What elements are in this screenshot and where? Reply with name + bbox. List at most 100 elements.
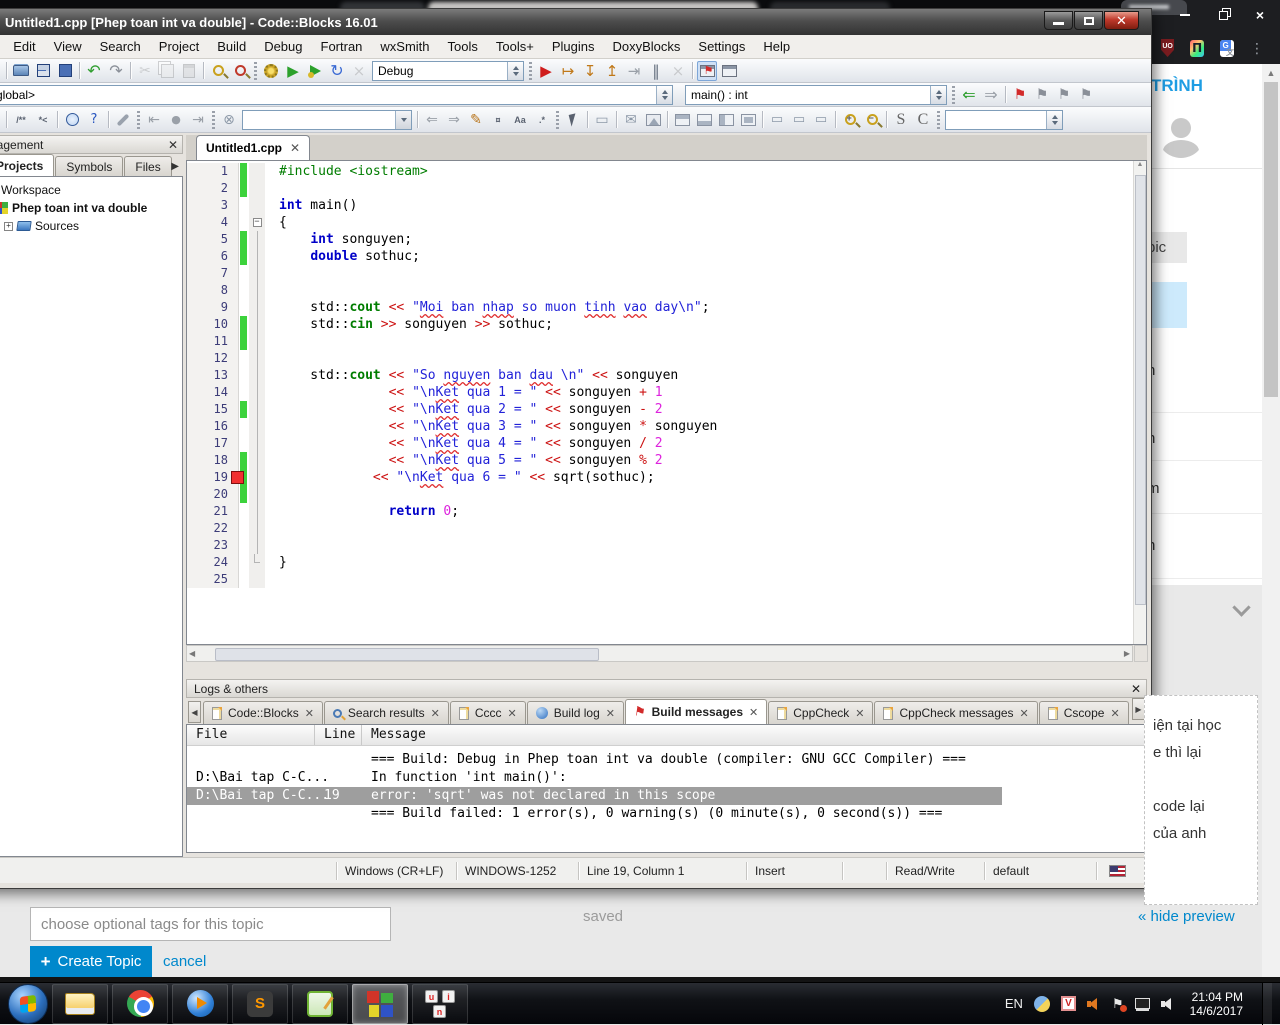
fold-margin[interactable] xyxy=(249,350,265,367)
build-message-row[interactable]: D:\Bai tap C-C...19error: 'sqrt' was not… xyxy=(187,787,1002,805)
close-button[interactable]: ✕ xyxy=(1104,11,1139,30)
line-number[interactable]: 16 xyxy=(187,418,239,435)
pointer-icon[interactable] xyxy=(563,110,583,130)
line-number[interactable]: 10 xyxy=(187,316,239,333)
management-close-icon[interactable]: ✕ xyxy=(168,138,178,152)
avatar[interactable] xyxy=(1157,110,1205,158)
selection-tool-icon[interactable]: ¤ xyxy=(488,110,508,130)
menu-item-view[interactable]: View xyxy=(45,35,91,58)
line-number[interactable]: 5 xyxy=(187,231,239,248)
expand-v-icon[interactable]: ▭ xyxy=(789,110,809,130)
highlight-icon[interactable]: ✎ xyxy=(466,110,486,130)
build-message-row[interactable]: === Build: Debug in Phep toan int va dou… xyxy=(187,751,1146,769)
spinner-icon[interactable] xyxy=(656,86,672,104)
tab-close-icon[interactable]: ✕ xyxy=(606,707,615,720)
start-button[interactable] xyxy=(8,984,48,1024)
tray-action-center-icon[interactable]: ⚑ xyxy=(1112,996,1124,1012)
settings-wrench-icon[interactable] xyxy=(113,110,133,130)
tab-files[interactable]: Files xyxy=(124,156,171,176)
scrollbar-thumb[interactable] xyxy=(1264,82,1278,397)
regex-icon[interactable]: .* xyxy=(532,110,552,130)
hscrollbar-thumb[interactable] xyxy=(215,648,599,661)
line-number[interactable]: 18 xyxy=(187,452,239,469)
tab-close-icon[interactable]: ✕ xyxy=(1020,707,1029,720)
menu-item-settings[interactable]: Settings xyxy=(689,35,754,58)
goto-forward-icon[interactable]: ⇒ xyxy=(981,85,1001,105)
fold-margin[interactable] xyxy=(249,503,265,520)
tray-language[interactable]: EN xyxy=(1005,996,1023,1011)
various-windows-icon[interactable] xyxy=(719,61,739,81)
line-number[interactable]: 13 xyxy=(187,367,239,384)
next-call-icon[interactable]: ⇥ xyxy=(188,110,208,130)
taskbar-unikey-icon[interactable]: uin xyxy=(412,984,468,1024)
widget-frame-icon[interactable]: ▭ xyxy=(592,110,612,130)
fold-margin[interactable] xyxy=(249,537,265,554)
browser-menu-icon[interactable]: ⋮ xyxy=(1250,40,1264,57)
doxy-smiley-icon[interactable] xyxy=(62,110,82,130)
run-to-cursor-icon[interactable] xyxy=(0,110,2,130)
clear-bookmarks-icon[interactable]: ⚑ xyxy=(1076,85,1096,105)
fold-margin[interactable] xyxy=(249,435,265,452)
run-icon[interactable]: ▶ xyxy=(283,61,303,81)
tree-item-sources[interactable]: + Sources xyxy=(0,217,182,235)
menu-item-tools[interactable]: Tools xyxy=(439,35,487,58)
logs-close-icon[interactable]: ✕ xyxy=(1131,682,1141,696)
tree-item-project[interactable]: Phep toan int va double xyxy=(0,199,182,217)
paste-icon[interactable] xyxy=(179,61,199,81)
fold-margin[interactable] xyxy=(249,282,265,299)
build-target-select[interactable]: Debug xyxy=(372,61,524,81)
column-header-file[interactable]: File xyxy=(187,725,315,745)
fold-margin[interactable] xyxy=(249,452,265,469)
fold-margin[interactable] xyxy=(249,554,265,571)
tab-close-icon[interactable]: ✕ xyxy=(855,707,864,720)
stop-debug-icon[interactable]: × xyxy=(668,61,688,81)
browser-close-button[interactable]: × xyxy=(1246,4,1274,26)
editor-vscrollbar[interactable]: ▲ xyxy=(1133,161,1146,644)
tray-volume-icon[interactable] xyxy=(1161,997,1175,1011)
tray-network-icon[interactable] xyxy=(1135,998,1150,1009)
fold-margin[interactable] xyxy=(249,418,265,435)
build-message-row[interactable]: D:\Bai tap C-C...In function 'int main()… xyxy=(187,769,1146,787)
step-next-icon[interactable]: ↦ xyxy=(558,61,578,81)
tab-close-icon[interactable]: ✕ xyxy=(508,707,517,720)
editor-tab-untitled1[interactable]: Untitled1.cpp ✕ xyxy=(196,135,310,160)
tab-close-icon[interactable]: ✕ xyxy=(1110,707,1119,720)
fold-margin[interactable] xyxy=(249,248,265,265)
tray-antivirus-icon[interactable] xyxy=(1034,996,1050,1012)
column-header-line[interactable]: Line xyxy=(315,725,362,745)
build-message-row[interactable]: === Build failed: 1 error(s), 0 warning(… xyxy=(187,805,1146,823)
expand-both-icon[interactable]: ▭ xyxy=(811,110,831,130)
fold-margin[interactable] xyxy=(249,299,265,316)
scroll-right-icon[interactable]: ▶ xyxy=(1124,649,1130,658)
tab-close-icon[interactable]: ✕ xyxy=(305,707,314,720)
browser-minimize-button[interactable] xyxy=(1171,4,1199,26)
spinner-icon[interactable] xyxy=(507,62,523,80)
center-icon[interactable]: C xyxy=(913,110,933,130)
create-topic-button[interactable]: + Create Topic xyxy=(30,946,152,977)
taskbar-explorer-icon[interactable] xyxy=(52,984,108,1024)
line-number[interactable]: 11 xyxy=(187,333,239,350)
fold-margin[interactable] xyxy=(249,401,265,418)
abort-build-icon[interactable]: × xyxy=(349,61,369,81)
line-number[interactable]: 1 xyxy=(187,163,239,180)
pi-extension-icon[interactable]: Π xyxy=(1190,40,1204,57)
browser-restore-button[interactable] xyxy=(1209,4,1237,26)
doxy-line-comment-icon[interactable]: *< xyxy=(33,110,53,130)
record-icon[interactable]: ● xyxy=(166,110,186,130)
fold-margin[interactable] xyxy=(249,571,265,588)
scroll-left-icon[interactable]: ◀ xyxy=(189,649,195,658)
line-number[interactable]: 4 xyxy=(187,214,239,231)
logs-tab-code-blocks[interactable]: Code::Blocks✕ xyxy=(203,701,323,724)
open-file-icon[interactable] xyxy=(11,61,31,81)
logs-tab-cscope[interactable]: Cscope✕ xyxy=(1039,701,1129,724)
save-all-icon[interactable] xyxy=(55,61,75,81)
redo-icon[interactable]: ↷ xyxy=(106,61,126,81)
spinner-icon[interactable] xyxy=(1046,111,1062,129)
line-number[interactable]: 15 xyxy=(187,401,239,418)
editor-hscrollbar[interactable]: ◀ ▶ xyxy=(186,645,1133,662)
taskbar-chrome-icon[interactable] xyxy=(112,984,168,1024)
minimize-button[interactable] xyxy=(1044,11,1073,30)
fold-margin[interactable] xyxy=(249,231,265,248)
prev-call-icon[interactable]: ⇤ xyxy=(144,110,164,130)
chevron-down-icon[interactable] xyxy=(1232,598,1250,616)
